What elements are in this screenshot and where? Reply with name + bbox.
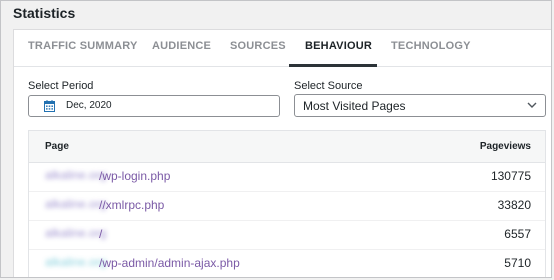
row-domain-blurred: alkaline.org [45,226,107,240]
table-row: alkaline.org / 6557 [29,220,545,250]
row-page-link[interactable]: //xmlrpc.php [99,198,164,212]
table-row: alkaline.org /wp-login.php 130775 [29,162,545,192]
row-domain-blurred: alkaline.org [45,168,107,182]
row-domain-blurred: alkaline.org [45,197,107,211]
period-value: Dec, 2020 [66,100,112,111]
chevron-down-icon [527,102,537,108]
row-pageviews: 130775 [490,169,531,183]
column-header-page: Page [45,141,69,152]
row-pageviews: 5710 [504,256,531,270]
tab-bar: TRAFFIC SUMMARY AUDIENCE SOURCES BEHAVIO… [14,30,551,67]
column-header-pageviews: Pageviews [479,141,531,152]
pages-table: Page Pageviews alkaline.org /wp-login.ph… [28,130,546,277]
period-picker[interactable]: Dec, 2020 [28,95,280,117]
tab-technology[interactable]: TECHNOLOGY [391,40,471,52]
table-row: alkaline.org /wp-admin/admin-ajax.php 57… [29,249,545,277]
panel-title: Statistics [13,5,76,21]
source-select[interactable]: Most Visited Pages [294,94,546,117]
row-domain-blurred: alkaline.org [45,255,107,269]
source-label: Select Source [294,80,363,92]
table-row: alkaline.org //xmlrpc.php 33820 [29,191,545,221]
source-value: Most Visited Pages [303,99,406,113]
row-page-link[interactable]: /wp-admin/admin-ajax.php [99,256,240,270]
statistics-card: TRAFFIC SUMMARY AUDIENCE SOURCES BEHAVIO… [13,29,551,277]
row-pageviews: 33820 [497,198,531,212]
period-label: Select Period [28,80,94,92]
active-tab-indicator [289,64,377,67]
tab-behaviour[interactable]: BEHAVIOUR [305,40,372,52]
statistics-panel: Statistics TRAFFIC SUMMARY AUDIENCE SOUR… [0,0,552,278]
table-header: Page Pageviews [29,131,545,163]
row-page-link[interactable]: / [99,227,102,241]
tab-traffic-summary[interactable]: TRAFFIC SUMMARY [28,40,138,52]
tab-sources[interactable]: SOURCES [230,40,286,52]
calendar-icon [44,100,55,112]
row-page-link[interactable]: /wp-login.php [99,169,170,183]
tab-audience[interactable]: AUDIENCE [152,40,211,52]
row-pageviews: 6557 [504,227,531,241]
